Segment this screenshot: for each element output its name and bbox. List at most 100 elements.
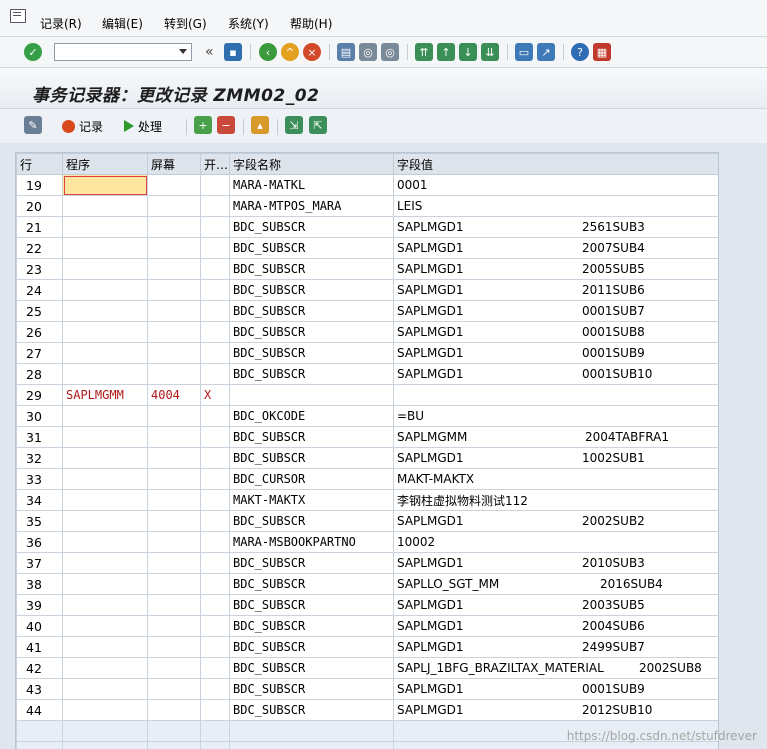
cell-program[interactable] [62,405,148,427]
enter-check-icon[interactable]: ✓ [24,43,42,61]
cell-start[interactable] [200,552,230,574]
table-row[interactable]: 33 BDC_CURSOR MAKT-MAKTX [16,468,718,490]
col-header-line[interactable]: 行 [16,153,63,175]
cell-start[interactable] [200,489,230,511]
previous-page-icon[interactable]: ↑ [437,43,455,61]
cell-field-name[interactable]: BDC_SUBSCR [229,300,394,322]
table-row[interactable]: 34 MAKT-MAKTX 李钢柱虚拟物料测试112 [16,489,718,511]
cell-line[interactable]: 37 [16,552,63,574]
cell-screen[interactable] [147,447,201,469]
cell-start[interactable] [200,405,230,427]
col-header-start[interactable]: 开… [200,153,230,175]
cell-screen[interactable] [147,552,201,574]
cell-line[interactable]: 21 [16,216,63,238]
cell-line[interactable]: 28 [16,363,63,385]
cell-start[interactable] [200,678,230,700]
cell-start[interactable] [200,510,230,532]
cell-screen[interactable] [147,342,201,364]
cell-screen[interactable] [147,258,201,280]
cell-screen[interactable] [147,489,201,511]
table-row[interactable]: 20 MARA-MTPOS_MARA LEIS [16,195,718,217]
cell-start[interactable] [200,342,230,364]
cell-screen[interactable] [147,321,201,343]
cell-program[interactable] [62,531,148,553]
cell-field-name[interactable]: BDC_SUBSCR [229,216,394,238]
menu-system[interactable]: 系统(Y) [228,15,269,32]
delete-row-icon[interactable]: − [217,116,235,134]
cell-field-name[interactable]: MARA-MTPOS_MARA [229,195,394,217]
cell-start[interactable] [200,237,230,259]
export-icon[interactable]: ⇱ [309,116,327,134]
cell-line[interactable]: 36 [16,531,63,553]
menu-record[interactable]: 记录(R) [40,15,82,32]
cell-program[interactable] [62,195,148,217]
menu-help[interactable]: 帮助(H) [290,15,332,32]
cell-field-name[interactable]: BDC_SUBSCR [229,342,394,364]
cell-program[interactable] [62,552,148,574]
cell-line[interactable]: 44 [16,699,63,721]
col-header-screen[interactable]: 屏幕 [147,153,201,175]
table-row[interactable]: 27 BDC_SUBSCR SAPLMGD1 0001SUB9 [16,342,718,364]
cell-line[interactable]: 38 [16,573,63,595]
cell-field-name[interactable]: BDC_SUBSCR [229,573,394,595]
cell-line[interactable]: 32 [16,447,63,469]
cell-line[interactable]: 40 [16,615,63,637]
table-row[interactable]: 28 BDC_SUBSCR SAPLMGD1 0001SUB10 [16,363,718,385]
edit-settings-icon[interactable]: ✎ [24,116,42,134]
cell-line[interactable]: 27 [16,342,63,364]
cell-start[interactable] [200,699,230,721]
table-row[interactable]: 29 SAPLMGMM 4004 X [16,384,718,406]
table-row[interactable]: 44 BDC_SUBSCR SAPLMGD1 2012SUB10 [16,699,718,721]
cell-field-name[interactable]: BDC_SUBSCR [229,426,394,448]
cell-field-value[interactable]: SAPLMGD1 2003SUB5 [393,594,718,616]
cell-line[interactable]: 33 [16,468,63,490]
cell-screen[interactable] [147,636,201,658]
cell-field-name[interactable]: MARA-MSBOOKPARTNO [229,531,394,553]
cell-field-value[interactable]: 李钢柱虚拟物料测试112 [393,489,718,511]
cell-line[interactable]: 29 [16,384,63,406]
menu-edit[interactable]: 编辑(E) [102,15,143,32]
cell-screen[interactable]: 4004 [147,384,201,406]
table-row[interactable]: 39 BDC_SUBSCR SAPLMGD1 2003SUB5 [16,594,718,616]
cell-program[interactable] [62,426,148,448]
col-header-field-value[interactable]: 字段值 [393,153,718,175]
cell-field-name[interactable]: BDC_SUBSCR [229,699,394,721]
cell-start[interactable] [200,363,230,385]
cell-start[interactable] [200,573,230,595]
cell-screen[interactable] [147,699,201,721]
customize-layout-icon[interactable]: ▦ [593,43,611,61]
cell-field-name[interactable]: BDC_SUBSCR [229,678,394,700]
table-row[interactable]: 24 BDC_SUBSCR SAPLMGD1 2011SUB6 [16,279,718,301]
cell-field-name[interactable]: BDC_SUBSCR [229,279,394,301]
table-row[interactable]: 25 BDC_SUBSCR SAPLMGD1 0001SUB7 [16,300,718,322]
cell-program[interactable] [62,699,148,721]
cell-field-name[interactable]: MARA-MATKL [229,174,394,196]
cell-screen[interactable] [147,468,201,490]
cell-start[interactable] [200,216,230,238]
command-field[interactable] [54,43,192,61]
cell-line[interactable]: 19 [16,174,63,196]
cell-field-value[interactable]: =BU [393,405,718,427]
save-icon[interactable]: ▪ [224,43,242,61]
table-row[interactable]: 21 BDC_SUBSCR SAPLMGD1 2561SUB3 [16,216,718,238]
cell-field-name[interactable]: BDC_SUBSCR [229,258,394,280]
cell-line[interactable]: 30 [16,405,63,427]
table-row[interactable]: 35 BDC_SUBSCR SAPLMGD1 2002SUB2 [16,510,718,532]
cell-start[interactable] [200,531,230,553]
process-button[interactable]: 处理 [124,117,162,135]
cell-start[interactable] [200,426,230,448]
cell-field-value[interactable]: SAPLMGD1 2012SUB10 [393,699,718,721]
cell-field-value[interactable]: LEIS [393,195,718,217]
cell-line[interactable]: 31 [16,426,63,448]
cell-program[interactable] [62,678,148,700]
table-row[interactable]: 43 BDC_SUBSCR SAPLMGD1 0001SUB9 [16,678,718,700]
cell-start[interactable] [200,195,230,217]
cell-program[interactable] [62,657,148,679]
back-icon[interactable]: ‹ [259,43,277,61]
table-row[interactable]: 42 BDC_SUBSCR SAPLJ_1BFG_BRAZILTAX_MATERIA… [16,657,718,679]
cell-start[interactable] [200,321,230,343]
cell-screen[interactable] [147,573,201,595]
table-row[interactable]: 37 BDC_SUBSCR SAPLMGD1 2010SUB3 [16,552,718,574]
cell-screen[interactable] [147,594,201,616]
cell-line[interactable]: 35 [16,510,63,532]
